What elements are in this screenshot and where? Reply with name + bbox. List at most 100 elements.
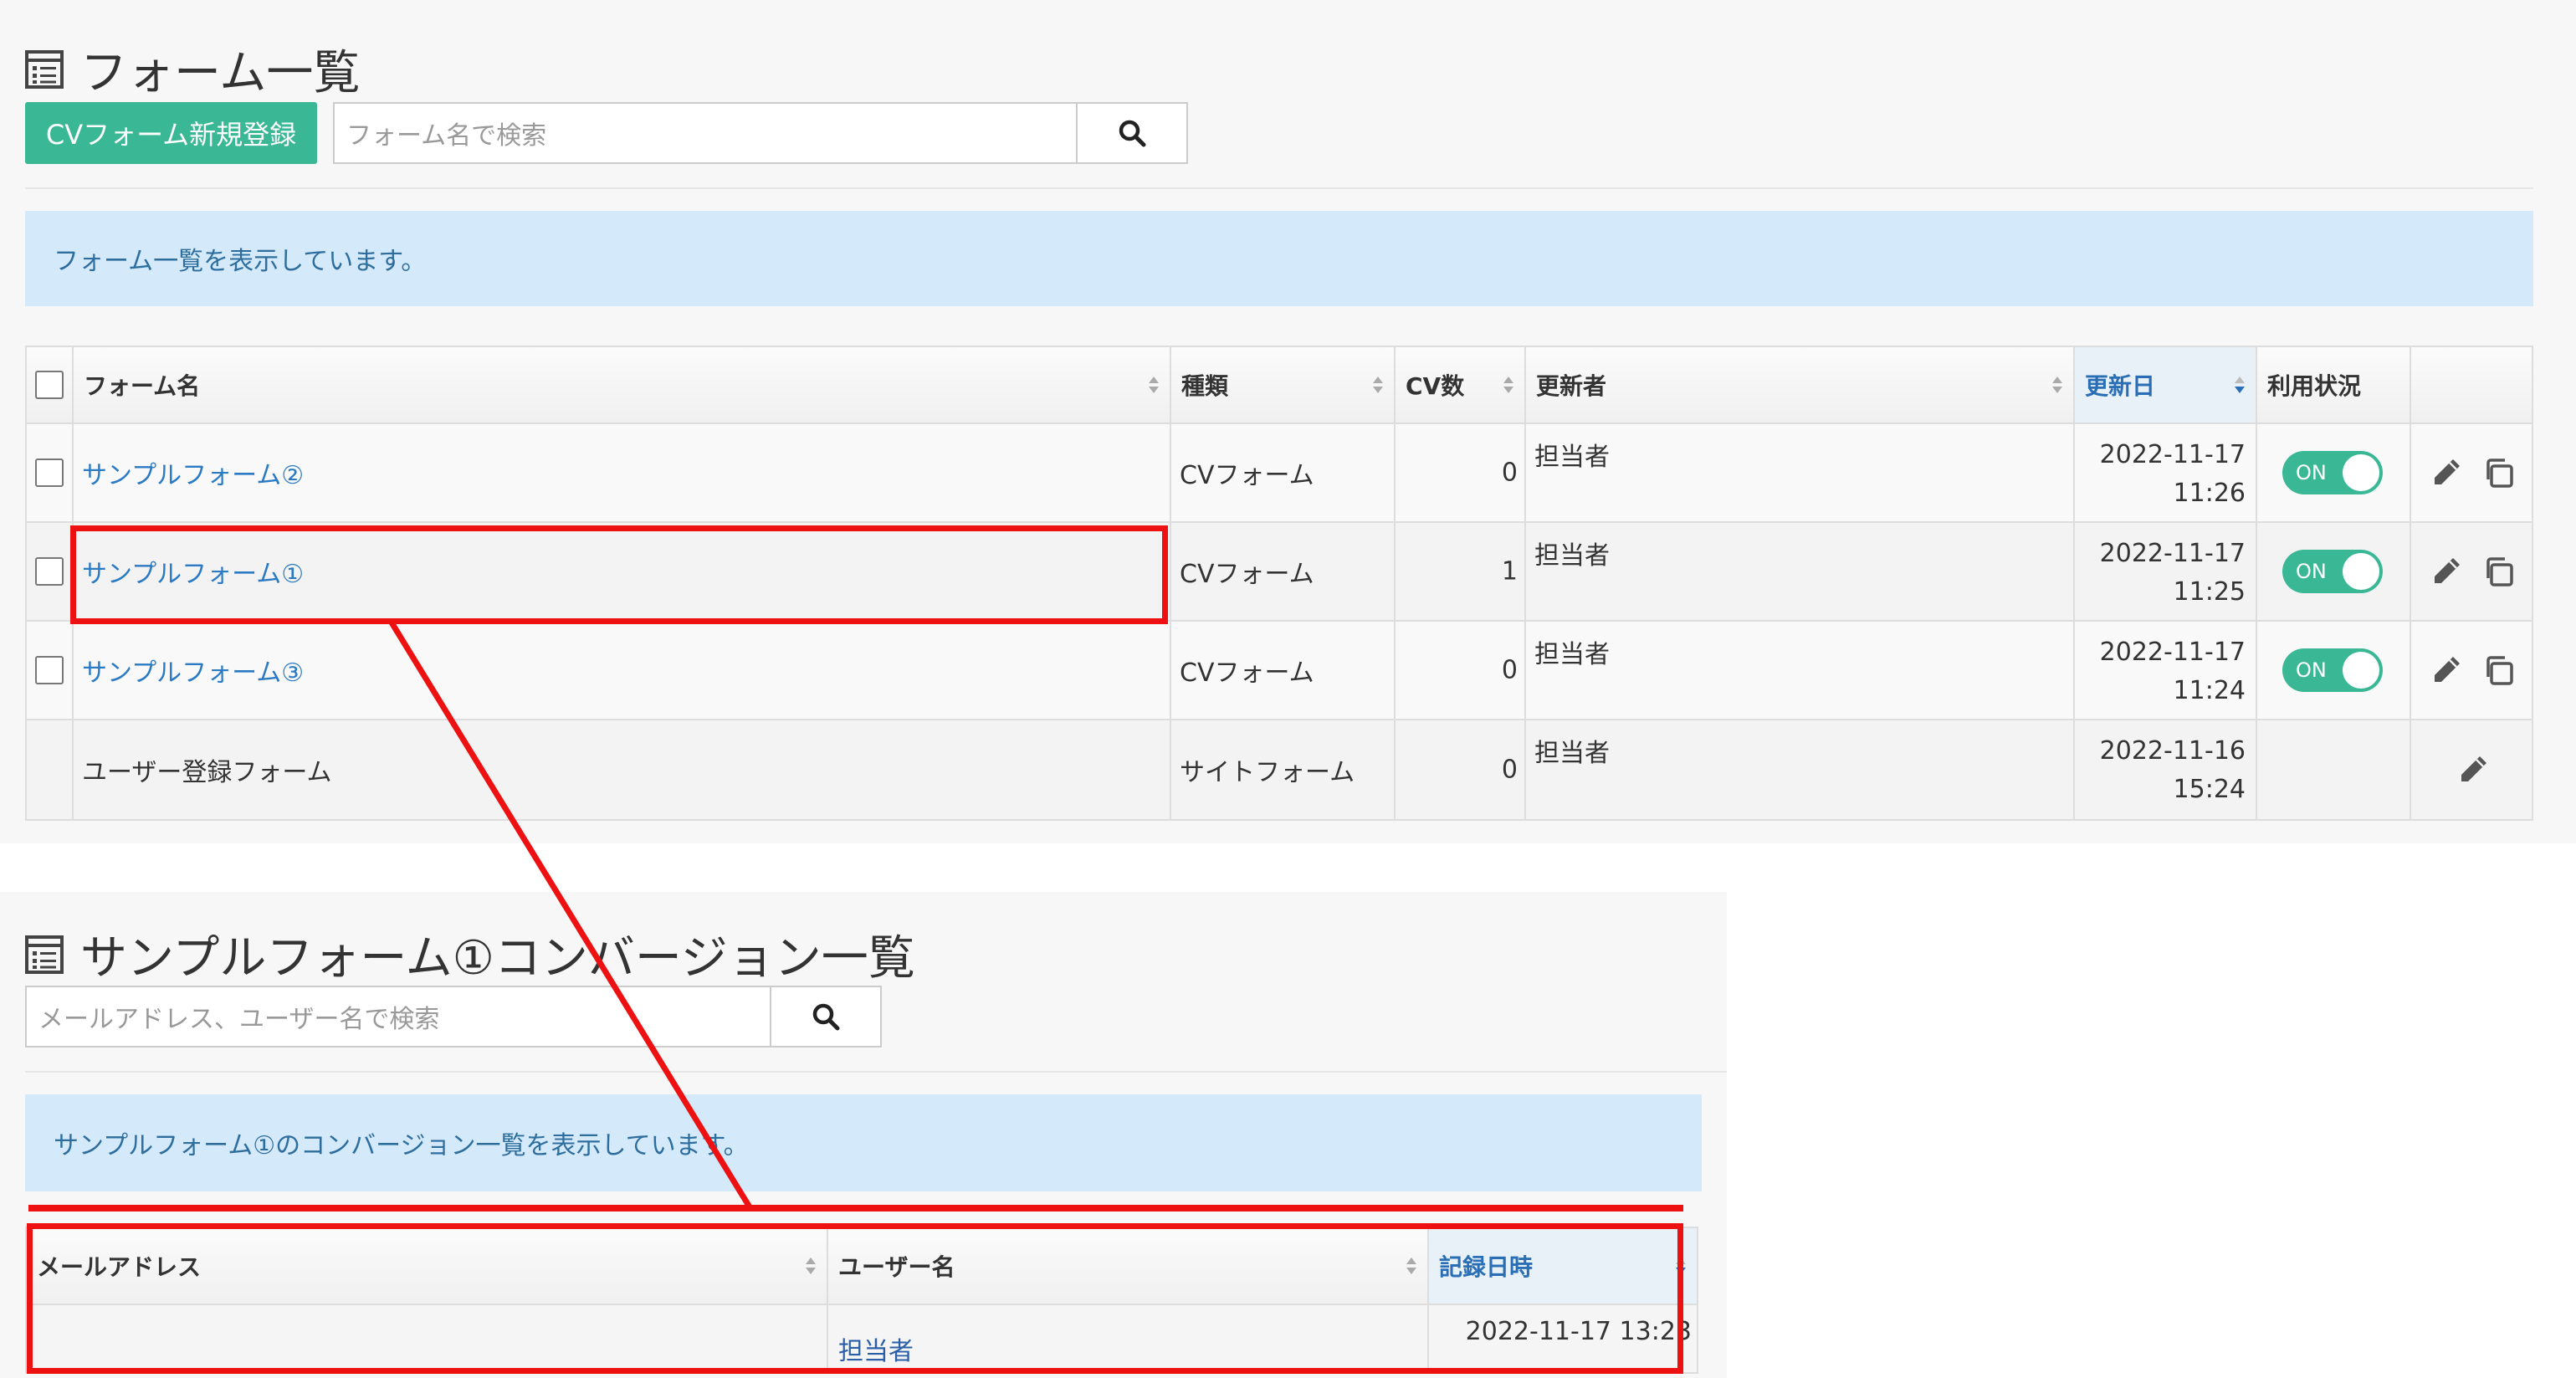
form-search-input[interactable]: フォーム名で検索 [333,102,1078,164]
divider [25,1071,1727,1073]
edit-icon[interactable] [2430,456,2463,489]
row-checkbox[interactable] [35,557,64,586]
status-toggle[interactable]: ON [2282,550,2383,593]
updater-name: 担当者 [1534,640,1610,669]
cv-cell: 0 [1396,622,1526,719]
date-cell: 2022-11-17 11:24 [2075,622,2257,719]
column-form-name[interactable]: フォーム名 [74,347,1171,423]
column-label: フォーム名 [84,372,201,400]
list-icon [23,934,65,976]
table-header: フォーム名 種類 CV数 更新者 更新日 利用状況 [27,347,2532,424]
copy-icon[interactable] [2481,555,2515,588]
row-checkbox[interactable] [35,656,64,684]
sort-desc-icon [2235,377,2245,393]
column-cv-count[interactable]: CV数 [1396,347,1526,423]
table-row: サンプルフォーム③ CVフォーム 0 担当者 2022-11-17 11:24 O… [27,622,2532,720]
date-cell: 2022-11-17 11:26 [2075,424,2257,521]
select-all-checkbox[interactable] [35,371,64,399]
cv-cell: 1 [1396,523,1526,620]
status-toggle[interactable]: ON [2282,451,2383,494]
form-name-link[interactable]: サンプルフォーム② [82,454,304,491]
type-cell: サイトフォーム [1171,720,1396,819]
form-name: ユーザー登録フォーム [82,758,332,787]
sort-icon [1503,377,1513,393]
copy-icon[interactable] [2481,653,2515,687]
column-label: 利用状況 [2267,372,2362,400]
sort-icon [2052,377,2062,393]
form-name-link[interactable]: サンプルフォーム③ [82,652,304,689]
copy-icon[interactable] [2481,456,2515,489]
sort-icon [1149,377,1159,393]
form-type: CVフォーム [1180,560,1314,589]
highlight-box-form [70,525,1168,624]
row-checkbox-cell [27,622,74,719]
updater-cell: 担当者 [1526,622,2075,719]
form-search-button[interactable] [1076,102,1188,164]
status-cell: ON [2257,622,2411,719]
form-name-cell: ユーザー登録フォーム [74,720,1171,819]
conversion-page-title: サンプルフォーム①コンバージョン一覧 [23,920,915,988]
highlight-line [28,1205,1683,1212]
divider [25,187,2533,189]
list-icon [23,49,65,90]
status-cell [2257,720,2411,819]
cv-count: 0 [1501,655,1518,685]
table-row: ユーザー登録フォーム サイトフォーム 0 担当者 2022-11-16 15:24 [27,720,2532,819]
updated-date: 2022-11-17 11:24 [2099,638,2246,705]
updater-name: 担当者 [1534,541,1610,571]
row-checkbox[interactable] [35,458,64,487]
type-cell: CVフォーム [1171,622,1396,719]
updater-name: 担当者 [1534,739,1610,768]
conversion-search-button[interactable] [770,986,882,1048]
cv-count: 0 [1501,755,1518,785]
type-cell: CVフォーム [1171,523,1396,620]
sort-icon [1373,377,1383,393]
status-toggle[interactable]: ON [2282,648,2383,692]
edit-icon[interactable] [2456,753,2490,786]
form-type: CVフォーム [1180,658,1314,688]
page-title: フォーム一覧 [23,35,360,103]
status-cell: ON [2257,523,2411,620]
row-checkbox-cell [27,720,74,819]
table-row: サンプルフォーム② CVフォーム 0 担当者 2022-11-17 11:26 O… [27,424,2532,523]
form-name-cell: サンプルフォーム③ [74,622,1171,719]
status-cell: ON [2257,424,2411,521]
cv-cell: 0 [1396,424,1526,521]
cv-count: 0 [1501,458,1518,488]
updater-cell: 担当者 [1526,523,2075,620]
edit-icon[interactable] [2430,653,2463,687]
date-cell: 2022-11-16 15:24 [2075,720,2257,819]
cv-count: 1 [1501,556,1518,587]
column-updater[interactable]: 更新者 [1526,347,2075,423]
updater-cell: 担当者 [1526,424,2075,521]
row-checkbox-cell [27,523,74,620]
row-checkbox-cell [27,424,74,521]
page-title-text: フォーム一覧 [80,46,361,100]
date-cell: 2022-11-17 11:25 [2075,523,2257,620]
new-cv-form-button[interactable]: CVフォーム新規登録 [25,102,317,164]
column-type[interactable]: 種類 [1171,347,1396,423]
form-type: CVフォーム [1180,461,1314,490]
column-updated-date[interactable]: 更新日 [2075,347,2257,423]
type-cell: CVフォーム [1171,424,1396,521]
cv-cell: 0 [1396,720,1526,819]
page-title-text: サンプルフォーム①コンバージョン一覧 [80,931,915,986]
conversion-search-input[interactable]: メールアドレス、ユーザー名で検索 [25,986,771,1048]
search-icon [812,1003,840,1031]
form-type: サイトフォーム [1180,758,1355,787]
actions-cell [2411,622,2532,719]
actions-cell [2411,720,2532,819]
updated-date: 2022-11-16 15:24 [2099,736,2246,804]
column-label: 更新者 [1536,372,1607,400]
edit-icon[interactable] [2430,555,2463,588]
actions-cell [2411,523,2532,620]
highlight-box-conversion [27,1223,1683,1374]
updated-date: 2022-11-17 11:25 [2099,539,2246,607]
updated-date: 2022-11-17 11:26 [2099,440,2246,508]
column-label: 種類 [1181,372,1229,400]
updater-name: 担当者 [1534,443,1610,472]
conversion-info-alert: サンプルフォーム①のコンバージョン一覧を表示しています。 [25,1094,1702,1191]
actions-cell [2411,424,2532,521]
column-status: 利用状況 [2257,347,2411,423]
header-checkbox-cell [27,347,74,423]
